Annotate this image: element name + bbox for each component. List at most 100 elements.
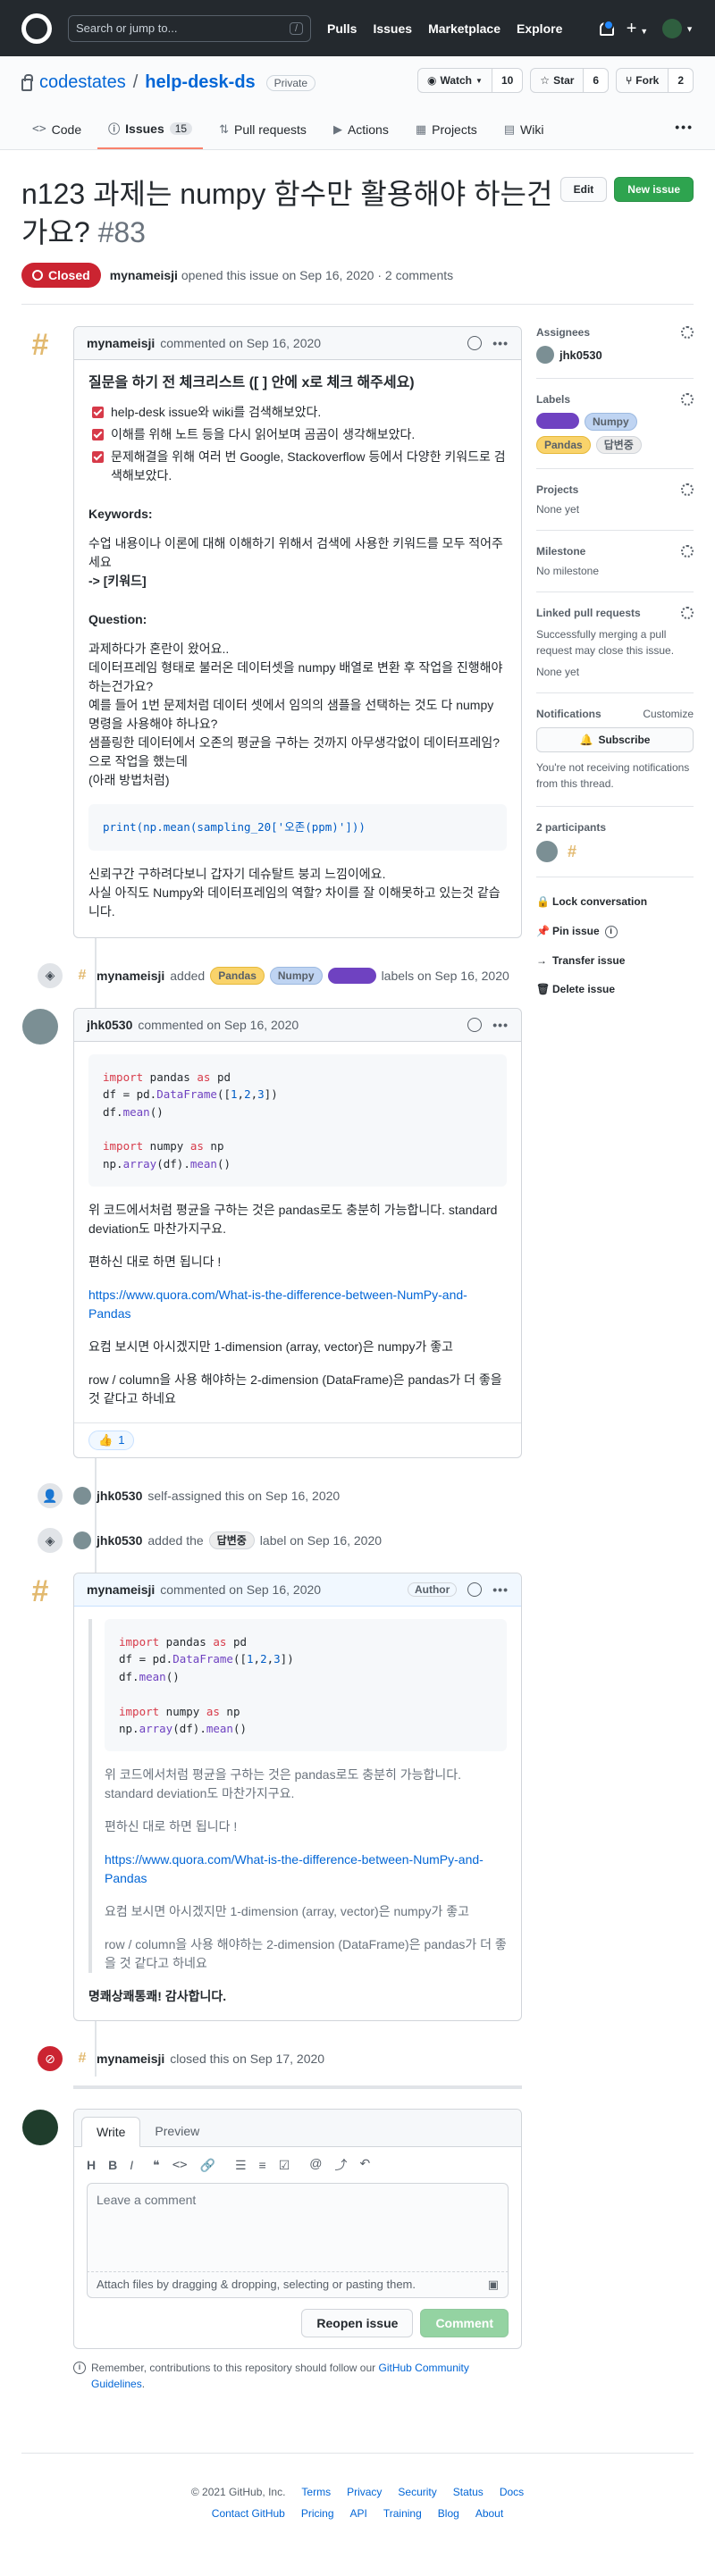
comment-author[interactable]: mynameisji	[87, 1582, 155, 1597]
quora-link[interactable]: https://www.quora.com/What-is-the-differ…	[88, 1288, 467, 1321]
fork-button[interactable]: ⑂ Fork	[617, 69, 668, 92]
nav-explore[interactable]: Explore	[517, 21, 562, 36]
footer-link-terms[interactable]: Terms	[301, 2486, 331, 2498]
add-reaction-icon[interactable]	[467, 336, 483, 351]
footer-link-status[interactable]: Status	[453, 2486, 484, 2498]
star-button[interactable]: ☆ Star	[531, 69, 583, 92]
label-purple[interactable]	[536, 413, 579, 430]
quora-link[interactable]: https://www.quora.com/What-is-the-differ…	[105, 1852, 484, 1885]
search-input[interactable]: Search or jump to... /	[68, 14, 311, 42]
thumbs-up-reaction[interactable]: 👍 1	[88, 1431, 135, 1450]
avatar[interactable]	[536, 841, 558, 863]
watch-count[interactable]: 10	[491, 69, 523, 92]
edit-button[interactable]: Edit	[559, 177, 608, 202]
avatar[interactable]: #	[73, 2050, 91, 2068]
comment-date[interactable]: commented on Sep 16, 2020	[160, 336, 321, 350]
numbered-list-icon[interactable]: ≡	[259, 2158, 266, 2173]
bulleted-list-icon[interactable]: ☰	[235, 2158, 247, 2173]
avatar[interactable]: #	[561, 841, 583, 863]
delete-issue-button[interactable]: 🗑 Delete issue	[536, 983, 694, 995]
pin-issue-button[interactable]: 📌 Pin issue i	[536, 924, 694, 939]
cross-reference-icon[interactable]: ⤴	[335, 2156, 348, 2174]
avatar[interactable]: #	[73, 966, 91, 985]
footer-link-about[interactable]: About	[475, 2507, 503, 2520]
nav-issues[interactable]: Issues	[373, 21, 412, 36]
customize-link[interactable]: Customize	[643, 708, 694, 720]
event-actor[interactable]: mynameisji	[97, 2052, 164, 2066]
checkbox-checked-icon[interactable]	[92, 451, 104, 464]
label-purple[interactable]	[327, 967, 376, 984]
notification-bell-icon[interactable]	[598, 19, 614, 36]
reopen-issue-button[interactable]: Reopen issue	[301, 2309, 414, 2338]
more-options-icon[interactable]: •••	[492, 1018, 509, 1032]
footer-link-blog[interactable]: Blog	[438, 2507, 459, 2520]
watch-button[interactable]: ◉ Watch ▼	[418, 69, 492, 92]
tab-projects[interactable]: ▦ Projects	[405, 113, 488, 149]
nav-pulls[interactable]: Pulls	[327, 21, 357, 36]
repo-owner-link[interactable]: codestates	[39, 72, 126, 93]
subscribe-button[interactable]: 🔔 Subscribe	[536, 727, 694, 753]
tab-actions[interactable]: ▶ Actions	[323, 113, 400, 149]
comment-textarea[interactable]: Leave a comment	[87, 2183, 509, 2273]
footer-link-security[interactable]: Security	[398, 2486, 436, 2498]
avatar[interactable]: #	[22, 1573, 58, 1609]
add-reaction-icon[interactable]	[467, 1582, 483, 1597]
gear-icon[interactable]	[681, 393, 694, 407]
comment-date[interactable]: commented on Sep 16, 2020	[160, 1582, 321, 1597]
attach-files-bar[interactable]: Attach files by dragging & dropping, sel…	[87, 2272, 509, 2299]
markdown-icon[interactable]: ▣	[488, 2278, 499, 2292]
footer-link-contact[interactable]: Contact GitHub	[212, 2507, 285, 2520]
label-pandas[interactable]: Pandas	[536, 436, 591, 455]
bold-icon[interactable]: B	[108, 2158, 117, 2172]
code-icon[interactable]: <>	[172, 2158, 188, 2173]
gear-icon[interactable]	[681, 607, 694, 620]
tab-issues[interactable]: ⓘ Issues 15	[97, 113, 204, 149]
label-answering[interactable]: 답변중	[208, 1531, 255, 1549]
lock-conversation-button[interactable]: 🔒 Lock conversation	[536, 895, 694, 908]
heading-icon[interactable]: H	[87, 2158, 96, 2172]
assignee[interactable]: jhk0530	[536, 346, 694, 365]
event-actor[interactable]: jhk0530	[97, 1533, 142, 1548]
checkbox-checked-icon[interactable]	[92, 429, 104, 441]
fork-count[interactable]: 2	[668, 69, 693, 92]
more-tabs-icon[interactable]: •••	[675, 113, 694, 149]
link-icon[interactable]: 🔗	[200, 2158, 215, 2173]
avatar[interactable]	[22, 1008, 58, 1045]
gear-icon[interactable]	[681, 545, 694, 558]
footer-link-training[interactable]: Training	[383, 2507, 422, 2520]
footer-link-docs[interactable]: Docs	[500, 2486, 524, 2498]
task-list-icon[interactable]: ☑	[279, 2158, 290, 2173]
footer-link-api[interactable]: API	[350, 2507, 367, 2520]
footer-link-pricing[interactable]: Pricing	[301, 2507, 334, 2520]
create-new-menu[interactable]: + ▼	[627, 20, 649, 38]
gear-icon[interactable]	[681, 326, 694, 340]
label-numpy[interactable]: Numpy	[269, 966, 323, 985]
event-actor[interactable]: mynameisji	[97, 969, 164, 983]
gear-icon[interactable]	[681, 483, 694, 497]
add-reaction-icon[interactable]	[467, 1017, 483, 1032]
checkbox-checked-icon[interactable]	[92, 407, 104, 419]
repo-name-link[interactable]: help-desk-ds	[145, 72, 255, 93]
nav-marketplace[interactable]: Marketplace	[428, 21, 500, 36]
italic-icon[interactable]: I	[130, 2158, 133, 2172]
more-options-icon[interactable]: •••	[492, 336, 509, 350]
more-options-icon[interactable]: •••	[492, 1582, 509, 1597]
user-menu[interactable]: ▼	[662, 18, 694, 38]
comment-author[interactable]: jhk0530	[87, 1018, 132, 1032]
comment-date[interactable]: commented on Sep 16, 2020	[138, 1018, 299, 1032]
mention-icon[interactable]: @	[309, 2156, 322, 2174]
github-logo-icon[interactable]	[21, 13, 52, 44]
comment-author[interactable]: mynameisji	[87, 336, 155, 350]
label-pandas[interactable]: Pandas	[210, 966, 265, 985]
comment-button[interactable]: Comment	[420, 2309, 509, 2338]
tab-pull-requests[interactable]: ⇅ Pull requests	[208, 113, 317, 149]
tab-code[interactable]: <> Code	[21, 113, 92, 149]
avatar[interactable]	[73, 1531, 91, 1549]
event-actor[interactable]: jhk0530	[97, 1489, 142, 1503]
issue-author-link[interactable]: mynameisji	[110, 268, 178, 282]
quote-icon[interactable]: ❝	[153, 2158, 160, 2173]
tab-write[interactable]: Write	[81, 2117, 141, 2148]
footer-link-privacy[interactable]: Privacy	[347, 2486, 382, 2498]
avatar[interactable]: #	[22, 327, 58, 364]
label-numpy[interactable]: Numpy	[585, 413, 637, 432]
